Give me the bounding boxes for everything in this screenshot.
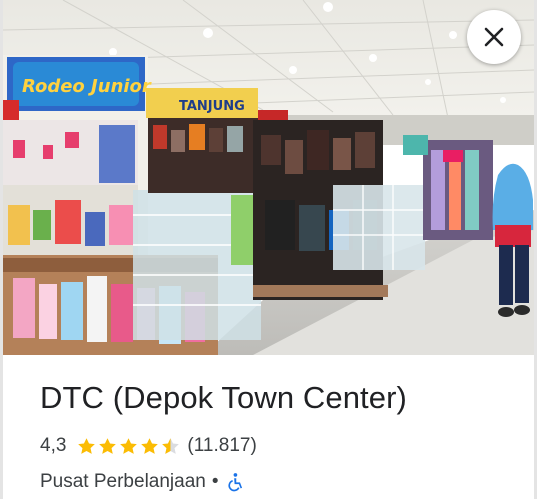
place-card: Rodeo Junior TANJUNG DTC (Depok Town Cen… <box>0 0 537 499</box>
star-full-icon <box>120 437 138 454</box>
star-half-icon <box>162 437 180 454</box>
place-title[interactable]: DTC (Depok Town Center) <box>40 378 517 418</box>
category-row: Pusat Perbelanjaan • <box>40 470 517 494</box>
star-full-icon <box>99 437 117 454</box>
store-sign-rodeo-junior: Rodeo Junior <box>22 76 152 97</box>
separator-dot: • <box>211 471 219 492</box>
rating-value: 4,3 <box>40 435 67 456</box>
place-photo[interactable]: Rodeo Junior TANJUNG <box>3 0 534 355</box>
star-full-icon <box>141 437 159 454</box>
rating-row[interactable]: 4,3 (11.817) <box>40 434 517 458</box>
wheelchair-accessible-icon[interactable] <box>225 471 245 493</box>
star-rating <box>76 436 181 457</box>
place-category[interactable]: Pusat Perbelanjaan <box>40 471 206 493</box>
store-sign-tanjung: TANJUNG <box>179 99 245 114</box>
star-full-icon <box>78 437 96 454</box>
place-info: DTC (Depok Town Center) 4,3 (11.817) Pus… <box>40 378 517 494</box>
close-icon <box>484 27 504 47</box>
review-count[interactable]: (11.817) <box>187 435 256 457</box>
close-button[interactable] <box>467 10 521 64</box>
